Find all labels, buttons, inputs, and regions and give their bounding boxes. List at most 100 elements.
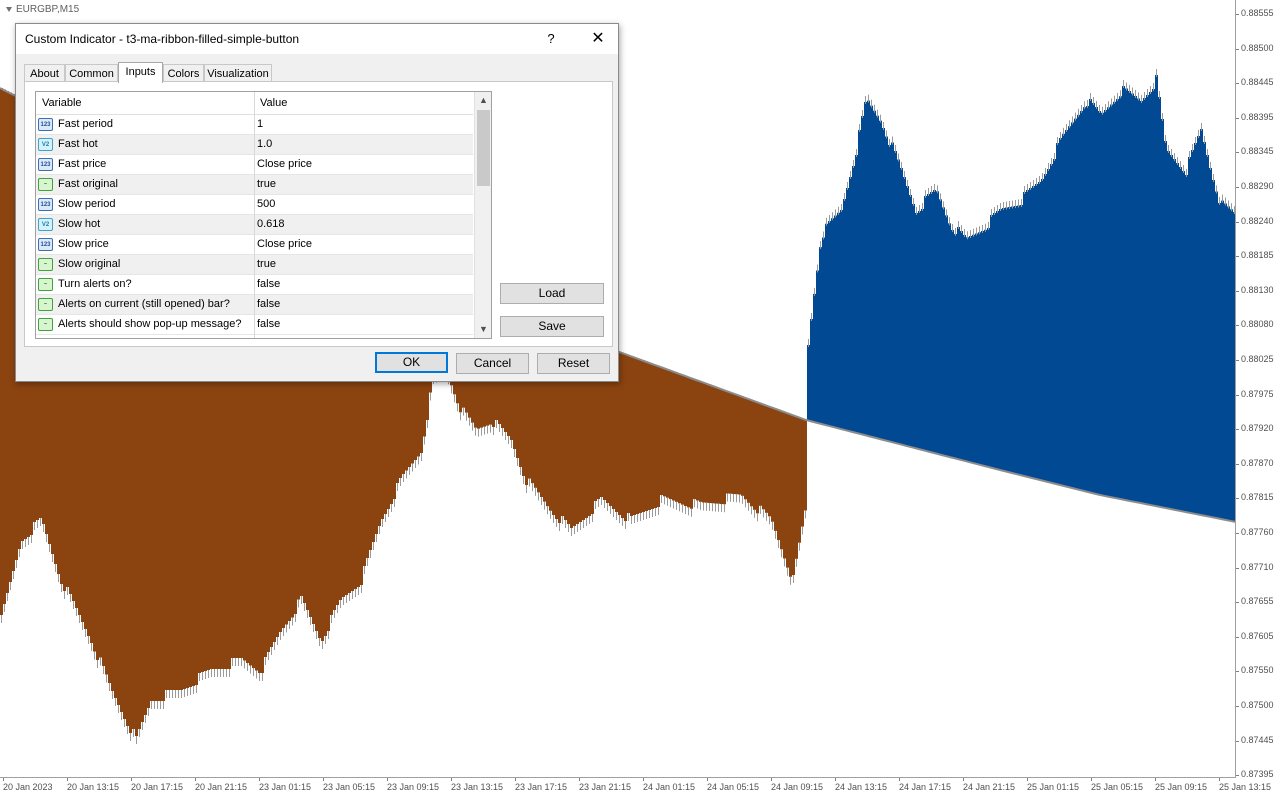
bull-ribbon-bar	[1065, 130, 1068, 487]
ribbon-wick	[319, 638, 320, 646]
tab-visualization[interactable]: Visualization	[204, 64, 272, 82]
input-value[interactable]: false	[257, 275, 280, 294]
bull-ribbon-bar	[951, 230, 954, 458]
bull-ribbon-bar	[1122, 86, 1125, 500]
ribbon-wick	[661, 495, 662, 503]
price-tick-label: 0.87445	[1236, 735, 1280, 745]
bull-ribbon-bar	[996, 211, 999, 469]
save-button[interactable]: Save	[500, 316, 604, 337]
int-type-icon: 123	[38, 118, 53, 131]
ribbon-wick	[625, 521, 626, 529]
tab-inputs[interactable]: Inputs	[118, 62, 163, 83]
bull-ribbon-bar	[1005, 207, 1008, 472]
tab-colors[interactable]: Colors	[163, 64, 204, 82]
ribbon-wick	[862, 110, 863, 118]
input-value[interactable]: false	[257, 295, 280, 314]
ribbon-wick	[1180, 161, 1181, 169]
bear-ribbon-bar	[699, 381, 702, 502]
column-separator[interactable]	[254, 92, 255, 338]
bull-ribbon-bar	[897, 159, 900, 444]
bull-ribbon-bar	[963, 235, 966, 461]
input-value[interactable]: true	[257, 255, 276, 274]
bull-ribbon-bar	[1047, 169, 1050, 482]
price-tick-label: 0.88185	[1236, 250, 1280, 260]
price-axis[interactable]: 0.88555 0.88500 0.88445 0.88395 0.88345 0.882…	[1236, 0, 1280, 780]
bear-ribbon-bar	[741, 396, 744, 496]
bear-ribbon-bar	[630, 355, 633, 516]
bull-ribbon-bar	[834, 215, 837, 428]
ribbon-wick	[1024, 186, 1025, 194]
ribbon-wick	[658, 507, 659, 515]
bear-ribbon-bar	[789, 413, 792, 577]
scroll-thumb[interactable]	[477, 110, 490, 186]
bull-ribbon-bar	[930, 192, 933, 452]
time-axis[interactable]: 20 Jan 2023 20 Jan 13:15 20 Jan 17:15 20 Ja…	[0, 778, 1271, 800]
price-tick-text: 0.87920	[1241, 423, 1274, 434]
tab-about[interactable]: About	[24, 64, 65, 82]
input-value[interactable]: 1	[257, 115, 263, 134]
ribbon-wick	[907, 180, 908, 188]
input-value[interactable]: true	[257, 175, 276, 194]
bull-ribbon-bar	[1182, 171, 1185, 512]
input-value[interactable]: 1.0	[257, 135, 272, 154]
dialog-title-bar[interactable]: Custom Indicator - t3-ma-ribbon-filled-s…	[16, 24, 618, 54]
ribbon-wick	[310, 617, 311, 625]
bull-ribbon-bar	[1017, 205, 1020, 475]
column-header-value[interactable]: Value	[260, 92, 287, 114]
cancel-button[interactable]: Cancel	[456, 353, 529, 374]
ribbon-wick	[283, 628, 284, 636]
ribbon-wick	[508, 436, 509, 444]
scroll-up-arrow-icon[interactable]: ▲	[475, 92, 491, 109]
ribbon-wick	[763, 509, 764, 518]
ribbon-wick	[1111, 98, 1112, 107]
input-value[interactable]: Close price	[257, 235, 312, 254]
ribbon-wick	[55, 564, 56, 572]
ribbon-wick	[802, 526, 803, 535]
ribbon-wick	[1171, 149, 1172, 157]
input-value[interactable]: Close price	[257, 155, 312, 174]
bull-ribbon-bar	[1077, 114, 1080, 490]
ribbon-wick	[133, 729, 134, 737]
help-button[interactable]: ?	[536, 29, 566, 49]
ok-button[interactable]: OK	[375, 352, 448, 373]
bool-type-icon: ~	[38, 178, 53, 191]
bear-ribbon-bar	[672, 371, 675, 501]
close-button[interactable]: ✕	[583, 29, 613, 49]
price-tick-text: 0.87395	[1241, 769, 1274, 780]
tab-common[interactable]: Common	[65, 64, 118, 82]
reset-button[interactable]: Reset	[537, 353, 610, 374]
time-tick-label: 25 Jan 05:15	[1091, 778, 1144, 792]
bull-ribbon-bar	[1140, 101, 1143, 503]
input-value[interactable]: false	[257, 315, 280, 334]
ribbon-wick	[379, 526, 380, 534]
scroll-down-arrow-icon[interactable]: ▼	[475, 321, 491, 338]
ribbon-wick	[256, 670, 257, 679]
bear-ribbon-bar	[708, 384, 711, 503]
ribbon-wick	[898, 153, 899, 162]
ribbon-wick	[973, 228, 974, 237]
load-button[interactable]: Load	[500, 283, 604, 304]
input-value[interactable]: 500	[257, 195, 275, 214]
ribbon-wick	[1192, 144, 1193, 152]
ribbon-wick	[475, 427, 476, 436]
chart-menu-triangle-icon[interactable]	[6, 6, 12, 12]
ribbon-wick	[535, 487, 536, 496]
time-tick-label: 20 Jan 2023	[3, 778, 53, 792]
bull-ribbon-bar	[918, 211, 921, 449]
ribbon-wick	[904, 171, 905, 179]
ribbon-wick	[1159, 91, 1160, 99]
price-tick-label: 0.88500	[1236, 43, 1280, 53]
column-header-variable[interactable]: Variable	[42, 92, 82, 114]
bear-ribbon-bar	[780, 410, 783, 550]
ribbon-wick	[28, 537, 29, 545]
ribbon-wick	[499, 424, 500, 432]
ribbon-wick	[694, 499, 695, 508]
ribbon-wick	[67, 587, 68, 595]
bear-ribbon-bar	[753, 400, 756, 510]
input-value[interactable]: 0.618	[257, 215, 285, 234]
bull-ribbon-bar	[888, 145, 891, 442]
ribbon-wick	[73, 601, 74, 609]
grid-scrollbar[interactable]: ▲ ▼	[474, 92, 491, 338]
ribbon-wick	[502, 428, 503, 436]
bear-ribbon-bar	[759, 402, 762, 506]
